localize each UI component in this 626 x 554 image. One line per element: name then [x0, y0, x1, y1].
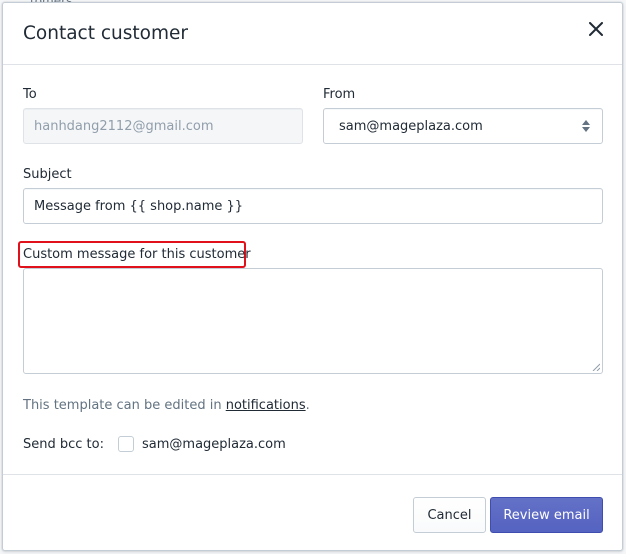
bcc-email[interactable]: sam@mageplaza.com	[142, 437, 286, 452]
custom-message-textarea[interactable]	[23, 268, 603, 374]
resize-grip-icon[interactable]	[592, 363, 600, 371]
modal-title: Contact customer	[23, 23, 188, 44]
cancel-button[interactable]: Cancel	[413, 497, 486, 533]
subject-input[interactable]: Message from {{ shop.name }}	[23, 188, 603, 224]
modal-footer: Cancel Review email	[3, 474, 622, 550]
modal-header: Contact customer	[3, 3, 622, 65]
to-label: To	[23, 87, 37, 102]
hint-text: This template can be edited in	[23, 398, 226, 413]
review-email-button[interactable]: Review email	[490, 497, 603, 533]
to-field: hanhdang2112@gmail.com	[23, 108, 303, 144]
to-value: hanhdang2112@gmail.com	[34, 118, 214, 134]
from-label: From	[323, 87, 356, 102]
close-button[interactable]	[584, 17, 608, 41]
close-icon	[589, 22, 603, 36]
from-selected-value: sam@mageplaza.com	[339, 118, 483, 134]
contact-customer-modal: Contact customer To hanhdang2112@gmail.c…	[2, 2, 623, 551]
from-select[interactable]: sam@mageplaza.com	[323, 108, 603, 144]
hint-suffix: .	[305, 398, 310, 413]
select-arrows-icon	[582, 120, 590, 132]
bcc-checkbox[interactable]	[118, 436, 134, 452]
bcc-label: Send bcc to:	[23, 437, 104, 452]
subject-value: Message from {{ shop.name }}	[34, 198, 244, 214]
template-hint: This template can be edited in notificat…	[23, 398, 310, 413]
notifications-link[interactable]: notifications	[226, 398, 306, 413]
message-label: Custom message for this customer	[23, 247, 251, 262]
subject-label: Subject	[23, 167, 72, 182]
